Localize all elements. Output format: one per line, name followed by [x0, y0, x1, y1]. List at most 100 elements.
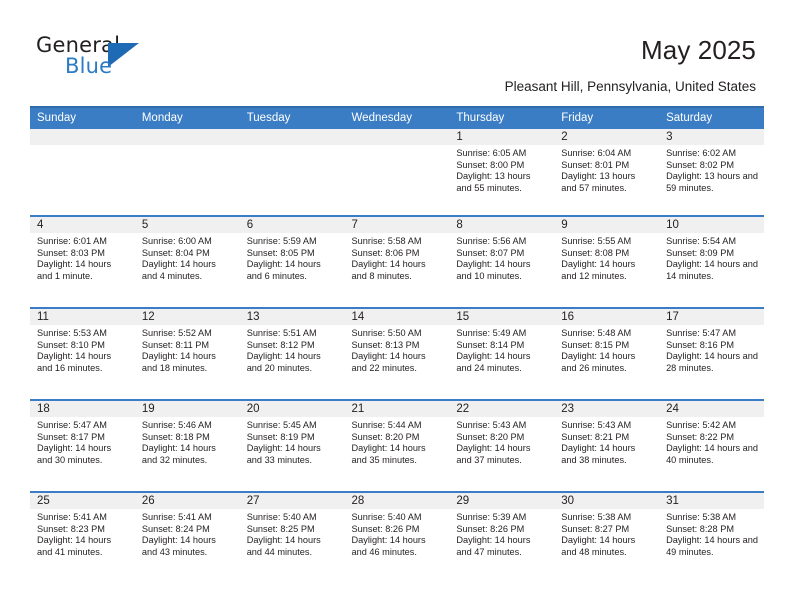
weekday-header-monday: Monday — [134, 106, 240, 129]
day-number: 24 — [659, 401, 764, 417]
page-header: General Blue May 2025 Pleasant Hill, Pen… — [0, 0, 792, 100]
daylight-text: Daylight: 14 hours and 33 minutes. — [246, 443, 321, 466]
sunset-text: Sunset: 8:03 PM — [37, 247, 105, 258]
daylight-text: Daylight: 14 hours and 47 minutes. — [456, 535, 531, 558]
daylight-text: Daylight: 13 hours and 55 minutes. — [456, 171, 531, 194]
location-subtitle: Pleasant Hill, Pennsylvania, United Stat… — [504, 79, 756, 94]
daylight-text: Daylight: 14 hours and 14 minutes. — [666, 259, 758, 282]
sunrise-text: Sunrise: 6:00 AM — [141, 236, 212, 246]
day-cell[interactable] — [134, 129, 240, 215]
day-cell[interactable]: 11 Sunrise: 5:53 AM Sunset: 8:10 PM Dayl… — [30, 309, 135, 399]
day-cell[interactable]: 29 Sunrise: 5:39 AM Sunset: 8:26 PM Dayl… — [449, 493, 555, 583]
day-cell[interactable]: 12 Sunrise: 5:52 AM Sunset: 8:11 PM Dayl… — [134, 309, 240, 399]
day-cell[interactable]: 22 Sunrise: 5:43 AM Sunset: 8:20 PM Dayl… — [449, 401, 555, 491]
day-cell[interactable]: 30 Sunrise: 5:38 AM Sunset: 8:27 PM Dayl… — [554, 493, 660, 583]
day-number: 29 — [449, 493, 555, 509]
daylight-text: Daylight: 14 hours and 46 minutes. — [351, 535, 426, 558]
general-blue-logo[interactable]: General Blue — [36, 33, 226, 89]
logo-text-blue: Blue — [65, 54, 113, 78]
day-cell[interactable]: 20 Sunrise: 5:45 AM Sunset: 8:19 PM Dayl… — [239, 401, 345, 491]
day-cell[interactable]: 19 Sunrise: 5:46 AM Sunset: 8:18 PM Dayl… — [134, 401, 240, 491]
sunset-text: Sunset: 8:24 PM — [141, 523, 210, 534]
day-cell[interactable] — [344, 129, 450, 215]
sunset-text: Sunset: 8:21 PM — [561, 431, 630, 442]
daylight-text: Daylight: 14 hours and 20 minutes. — [246, 351, 321, 374]
sunset-text: Sunset: 8:04 PM — [141, 247, 210, 258]
sunset-text: Sunset: 8:20 PM — [456, 431, 525, 442]
sunrise-text: Sunrise: 5:54 AM — [666, 236, 737, 246]
day-cell[interactable]: 10 Sunrise: 5:54 AM Sunset: 8:09 PM Dayl… — [659, 217, 764, 307]
day-cell[interactable]: 31 Sunrise: 5:38 AM Sunset: 8:28 PM Dayl… — [659, 493, 764, 583]
sunrise-text: Sunrise: 5:38 AM — [561, 512, 632, 522]
daylight-text: Daylight: 14 hours and 41 minutes. — [37, 535, 112, 558]
sunrise-text: Sunrise: 5:40 AM — [351, 512, 422, 522]
day-cell[interactable]: 28 Sunrise: 5:40 AM Sunset: 8:26 PM Dayl… — [344, 493, 450, 583]
sunrise-text: Sunrise: 5:59 AM — [246, 236, 317, 246]
daylight-text: Daylight: 14 hours and 1 minute. — [37, 259, 112, 282]
day-cell[interactable]: 27 Sunrise: 5:40 AM Sunset: 8:25 PM Dayl… — [239, 493, 345, 583]
day-cell[interactable]: 4 Sunrise: 6:01 AM Sunset: 8:03 PM Dayli… — [30, 217, 135, 307]
weekday-header-tuesday: Tuesday — [239, 106, 345, 129]
daylight-text: Daylight: 14 hours and 48 minutes. — [561, 535, 636, 558]
daylight-text: Daylight: 14 hours and 32 minutes. — [141, 443, 216, 466]
day-cell[interactable]: 2 Sunrise: 6:04 AM Sunset: 8:01 PM Dayli… — [554, 129, 660, 215]
day-cell[interactable]: 9 Sunrise: 5:55 AM Sunset: 8:08 PM Dayli… — [554, 217, 660, 307]
day-number — [239, 129, 345, 145]
day-cell[interactable]: 26 Sunrise: 5:41 AM Sunset: 8:24 PM Dayl… — [134, 493, 240, 583]
day-number: 1 — [449, 129, 555, 145]
day-number: 30 — [554, 493, 660, 509]
sunset-text: Sunset: 8:05 PM — [246, 247, 315, 258]
day-cell[interactable]: 5 Sunrise: 6:00 AM Sunset: 8:04 PM Dayli… — [134, 217, 240, 307]
daylight-text: Daylight: 14 hours and 35 minutes. — [351, 443, 426, 466]
day-cell[interactable] — [239, 129, 345, 215]
day-cell[interactable]: 23 Sunrise: 5:43 AM Sunset: 8:21 PM Dayl… — [554, 401, 660, 491]
day-number: 25 — [30, 493, 135, 509]
sunset-text: Sunset: 8:07 PM — [456, 247, 525, 258]
calendar-week-row: 4 Sunrise: 6:01 AM Sunset: 8:03 PM Dayli… — [30, 217, 764, 307]
day-cell[interactable]: 1 Sunrise: 6:05 AM Sunset: 8:00 PM Dayli… — [449, 129, 555, 215]
sunrise-text: Sunrise: 5:58 AM — [351, 236, 422, 246]
sunrise-sunset-calendar: Sunday Monday Tuesday Wednesday Thursday… — [30, 106, 764, 583]
sunset-text: Sunset: 8:23 PM — [37, 523, 105, 534]
day-cell[interactable]: 15 Sunrise: 5:49 AM Sunset: 8:14 PM Dayl… — [449, 309, 555, 399]
daylight-text: Daylight: 14 hours and 4 minutes. — [141, 259, 216, 282]
daylight-text: Daylight: 14 hours and 8 minutes. — [351, 259, 426, 282]
day-cell[interactable]: 17 Sunrise: 5:47 AM Sunset: 8:16 PM Dayl… — [659, 309, 764, 399]
sunrise-text: Sunrise: 5:47 AM — [666, 328, 737, 338]
day-cell[interactable]: 25 Sunrise: 5:41 AM Sunset: 8:23 PM Dayl… — [30, 493, 135, 583]
sunset-text: Sunset: 8:26 PM — [456, 523, 525, 534]
sunset-text: Sunset: 8:15 PM — [561, 339, 630, 350]
day-cell[interactable]: 7 Sunrise: 5:58 AM Sunset: 8:06 PM Dayli… — [344, 217, 450, 307]
daylight-text: Daylight: 14 hours and 6 minutes. — [246, 259, 321, 282]
daylight-text: Daylight: 14 hours and 18 minutes. — [141, 351, 216, 374]
sunset-text: Sunset: 8:20 PM — [351, 431, 420, 442]
day-cell[interactable]: 13 Sunrise: 5:51 AM Sunset: 8:12 PM Dayl… — [239, 309, 345, 399]
day-cell[interactable]: 18 Sunrise: 5:47 AM Sunset: 8:17 PM Dayl… — [30, 401, 135, 491]
sunrise-text: Sunrise: 5:49 AM — [456, 328, 527, 338]
sunrise-text: Sunrise: 5:53 AM — [37, 328, 107, 338]
day-cell[interactable]: 6 Sunrise: 5:59 AM Sunset: 8:05 PM Dayli… — [239, 217, 345, 307]
day-number: 28 — [344, 493, 450, 509]
sunset-text: Sunset: 8:01 PM — [561, 159, 630, 170]
sunrise-text: Sunrise: 5:51 AM — [246, 328, 317, 338]
sunset-text: Sunset: 8:22 PM — [666, 431, 734, 442]
day-number: 19 — [134, 401, 240, 417]
day-cell[interactable] — [30, 129, 135, 215]
daylight-text: Daylight: 13 hours and 57 minutes. — [561, 171, 636, 194]
sunset-text: Sunset: 8:10 PM — [37, 339, 105, 350]
day-cell[interactable]: 14 Sunrise: 5:50 AM Sunset: 8:13 PM Dayl… — [344, 309, 450, 399]
day-cell[interactable]: 21 Sunrise: 5:44 AM Sunset: 8:20 PM Dayl… — [344, 401, 450, 491]
day-number: 2 — [554, 129, 660, 145]
day-number: 7 — [344, 217, 450, 233]
day-cell[interactable]: 16 Sunrise: 5:48 AM Sunset: 8:15 PM Dayl… — [554, 309, 660, 399]
sunrise-text: Sunrise: 5:43 AM — [561, 420, 632, 430]
calendar-week-row: 11 Sunrise: 5:53 AM Sunset: 8:10 PM Dayl… — [30, 309, 764, 399]
sunrise-text: Sunrise: 5:38 AM — [666, 512, 737, 522]
day-cell[interactable]: 3 Sunrise: 6:02 AM Sunset: 8:02 PM Dayli… — [659, 129, 764, 215]
sunset-text: Sunset: 8:09 PM — [666, 247, 734, 258]
day-cell[interactable]: 8 Sunrise: 5:56 AM Sunset: 8:07 PM Dayli… — [449, 217, 555, 307]
daylight-text: Daylight: 14 hours and 30 minutes. — [37, 443, 112, 466]
day-cell[interactable]: 24 Sunrise: 5:42 AM Sunset: 8:22 PM Dayl… — [659, 401, 764, 491]
day-number: 18 — [30, 401, 135, 417]
day-number: 23 — [554, 401, 660, 417]
